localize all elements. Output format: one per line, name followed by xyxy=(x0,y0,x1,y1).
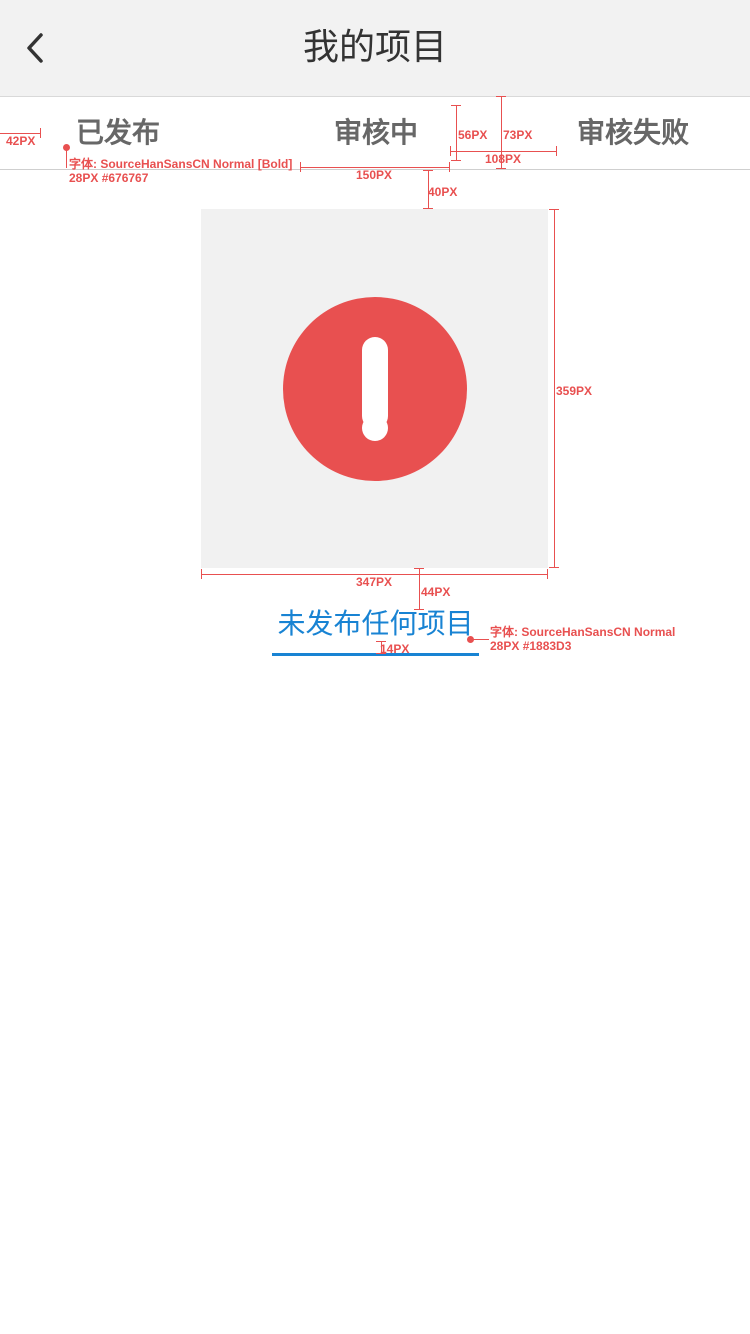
redline xyxy=(549,567,559,568)
annotation-dim-44: 44PX xyxy=(421,585,451,599)
redline xyxy=(451,160,461,161)
tab-under-review[interactable]: 审核中 xyxy=(334,115,418,151)
redline xyxy=(547,569,548,579)
redline xyxy=(66,148,67,168)
empty-state-message: 未发布任何项目 xyxy=(277,607,474,640)
navigation-bar: 我的项目 xyxy=(0,0,750,97)
annotation-msg-font-size: 28PX #1883D3 xyxy=(490,639,572,653)
redline xyxy=(201,569,202,579)
annotation-dim-347: 347PX xyxy=(356,575,393,589)
redline xyxy=(554,209,555,568)
redline xyxy=(496,96,506,97)
redline xyxy=(496,168,506,169)
page-title: 我的项目 xyxy=(302,27,447,68)
annotation-tab-font-size: 28PX #676767 xyxy=(69,171,149,185)
annotation-dim-56: 56PX xyxy=(458,128,488,142)
tab-review-failed[interactable]: 审核失败 xyxy=(577,115,689,151)
redline xyxy=(419,568,420,610)
redline xyxy=(456,105,457,161)
alert-circle-icon xyxy=(283,297,467,481)
redline xyxy=(300,162,301,172)
annotation-dim-150: 150PX xyxy=(356,168,393,182)
redline xyxy=(556,146,557,156)
redline xyxy=(40,128,41,138)
redline xyxy=(414,568,424,569)
annotation-tab-font: 字体: SourceHanSansCN Normal [Bold] xyxy=(69,157,293,171)
annotation-dim-40: 40PX xyxy=(428,185,458,199)
redline xyxy=(423,208,433,209)
tab-published[interactable]: 已发布 xyxy=(76,115,160,151)
redline xyxy=(414,609,424,610)
annotation-msg-font: 字体: SourceHanSansCN Normal xyxy=(490,625,676,639)
redline xyxy=(471,639,489,640)
redline xyxy=(549,209,559,210)
annotation-dim-73: 73PX xyxy=(503,128,533,142)
annotation-dim-14: 14PX xyxy=(380,642,410,656)
annotation-dim-108: 108PX xyxy=(485,152,522,166)
redline xyxy=(450,146,451,156)
empty-state-illustration xyxy=(201,209,548,568)
redline xyxy=(423,170,433,171)
redline xyxy=(451,105,461,106)
redline xyxy=(449,162,450,172)
annotation-dim-42: 42PX xyxy=(6,134,36,148)
annotation-dim-359: 359PX xyxy=(556,384,593,398)
